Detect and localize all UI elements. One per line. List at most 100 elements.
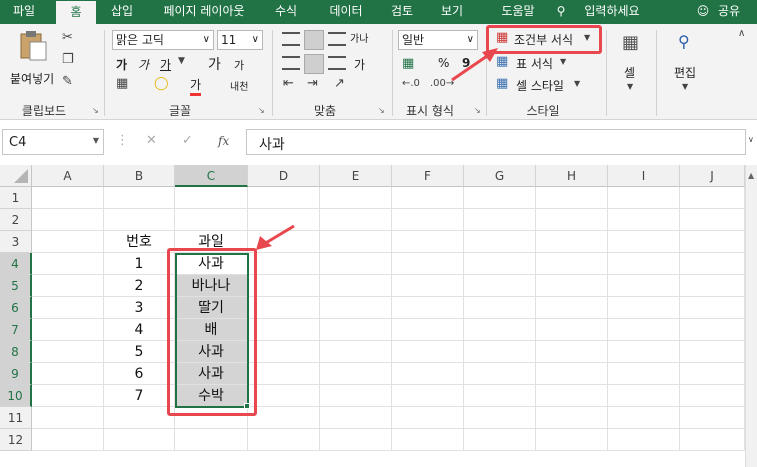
cell-e2[interactable] [320, 209, 392, 231]
cell-d6[interactable] [248, 297, 320, 319]
grow-font-button[interactable]: 가 [208, 54, 221, 74]
align-center-icon[interactable] [304, 54, 324, 74]
cell-a2[interactable] [32, 209, 104, 231]
cell-d12[interactable] [248, 429, 320, 451]
cell-b7[interactable]: 4 [104, 319, 175, 341]
enter-icon[interactable]: ✓ [182, 133, 193, 148]
merge-center-button[interactable]: 가 [354, 56, 365, 73]
cell-h4[interactable] [536, 253, 608, 275]
cell-c1[interactable] [175, 187, 248, 209]
cell-j7[interactable] [680, 319, 745, 341]
column-header-b[interactable]: B [104, 165, 175, 187]
cell-f6[interactable] [392, 297, 464, 319]
cell-f3[interactable] [392, 231, 464, 253]
cell-c2[interactable] [175, 209, 248, 231]
lightbulb-icon[interactable]: ⚲ [553, 0, 569, 24]
cell-b8[interactable]: 5 [104, 341, 175, 363]
tab-view[interactable]: 보기 [432, 0, 472, 24]
cell-h9[interactable] [536, 363, 608, 385]
cell-a3[interactable] [32, 231, 104, 253]
editing-button[interactable]: ⚲ 편집 ▼ [666, 30, 706, 96]
cell-i8[interactable] [608, 341, 680, 363]
clipboard-launcher-icon[interactable]: ↘ [92, 106, 99, 115]
cell-i10[interactable] [608, 385, 680, 407]
cell-b2[interactable] [104, 209, 175, 231]
cell-b3[interactable]: 번호 [104, 231, 175, 253]
cell-g6[interactable] [464, 297, 536, 319]
cell-i12[interactable] [608, 429, 680, 451]
tab-data[interactable]: 데이터 [321, 0, 371, 24]
cell-h11[interactable] [536, 407, 608, 429]
cell-f2[interactable] [392, 209, 464, 231]
cell-i11[interactable] [608, 407, 680, 429]
cell-d8[interactable] [248, 341, 320, 363]
cell-g4[interactable] [464, 253, 536, 275]
cell-e10[interactable] [320, 385, 392, 407]
font-name-select[interactable]: 맑은 고딕 ∨ [112, 30, 214, 50]
cell-g11[interactable] [464, 407, 536, 429]
cell-j9[interactable] [680, 363, 745, 385]
underline-dropdown-icon[interactable]: ▼ [178, 56, 185, 66]
cell-i4[interactable] [608, 253, 680, 275]
cell-e5[interactable] [320, 275, 392, 297]
cell-a1[interactable] [32, 187, 104, 209]
cell-a6[interactable] [32, 297, 104, 319]
cell-f5[interactable] [392, 275, 464, 297]
formula-input[interactable]: 사과 [246, 129, 746, 155]
bold-button[interactable]: 가 [116, 56, 127, 73]
cell-h8[interactable] [536, 341, 608, 363]
cell-j10[interactable] [680, 385, 745, 407]
cell-h6[interactable] [536, 297, 608, 319]
cell-j8[interactable] [680, 341, 745, 363]
column-header-a[interactable]: A [32, 165, 104, 187]
cell-g8[interactable] [464, 341, 536, 363]
cell-i9[interactable] [608, 363, 680, 385]
row-header-6[interactable]: 6 [0, 297, 32, 319]
font-launcher-icon[interactable]: ↘ [258, 106, 265, 115]
row-header-7[interactable]: 7 [0, 319, 32, 341]
cell-g3[interactable] [464, 231, 536, 253]
cell-h7[interactable] [536, 319, 608, 341]
row-header-1[interactable]: 1 [0, 187, 32, 209]
cell-j2[interactable] [680, 209, 745, 231]
cell-i7[interactable] [608, 319, 680, 341]
cell-g5[interactable] [464, 275, 536, 297]
cell-g7[interactable] [464, 319, 536, 341]
cell-b11[interactable] [104, 407, 175, 429]
increase-indent-icon[interactable]: ⇥ [307, 76, 318, 91]
column-header-g[interactable]: G [464, 165, 536, 187]
cell-g9[interactable] [464, 363, 536, 385]
column-header-i[interactable]: I [608, 165, 680, 187]
cell-f1[interactable] [392, 187, 464, 209]
cell-b5[interactable]: 2 [104, 275, 175, 297]
insert-function-button[interactable]: fx [218, 134, 229, 148]
cell-e1[interactable] [320, 187, 392, 209]
cell-e3[interactable] [320, 231, 392, 253]
cell-h5[interactable] [536, 275, 608, 297]
cells-button[interactable]: ▦ 셀 ▼ [612, 30, 650, 96]
collapse-ribbon-icon[interactable]: ∧ [738, 28, 745, 39]
cell-b9[interactable]: 6 [104, 363, 175, 385]
cell-h1[interactable] [536, 187, 608, 209]
cell-a5[interactable] [32, 275, 104, 297]
tab-page-layout[interactable]: 페이지 레이아웃 [156, 0, 252, 24]
cell-a8[interactable] [32, 341, 104, 363]
cell-j6[interactable] [680, 297, 745, 319]
row-header-5[interactable]: 5 [0, 275, 32, 297]
column-header-e[interactable]: E [320, 165, 392, 187]
row-header-11[interactable]: 11 [0, 407, 32, 429]
cell-a10[interactable] [32, 385, 104, 407]
cell-f11[interactable] [392, 407, 464, 429]
cell-e4[interactable] [320, 253, 392, 275]
increase-decimal-icon[interactable]: ←.0 [402, 78, 420, 89]
phonetic-guide-button[interactable]: 내천 [230, 78, 248, 93]
cell-j3[interactable] [680, 231, 745, 253]
cell-d11[interactable] [248, 407, 320, 429]
cancel-icon[interactable]: ✕ [146, 133, 157, 148]
format-painter-icon[interactable]: ✎ [62, 74, 73, 89]
cell-h12[interactable] [536, 429, 608, 451]
name-box[interactable]: C4 ▼ [2, 129, 104, 155]
row-header-8[interactable]: 8 [0, 341, 32, 363]
alignment-launcher-icon[interactable]: ↘ [378, 106, 385, 115]
bottom-align-icon[interactable] [328, 32, 346, 46]
